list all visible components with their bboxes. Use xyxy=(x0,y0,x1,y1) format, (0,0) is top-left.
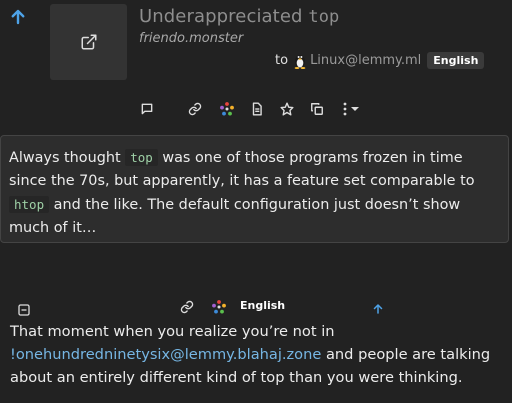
tux-icon xyxy=(294,54,306,69)
post-domain[interactable]: friendo.monster xyxy=(139,31,243,46)
view-source-button[interactable] xyxy=(248,100,266,118)
crosspost-button[interactable] xyxy=(308,100,326,118)
post-title[interactable]: Underappreciated top xyxy=(139,6,339,27)
comment-body: That moment when you realize you’re not … xyxy=(10,320,505,389)
external-link-icon xyxy=(81,34,96,50)
caret-down-icon xyxy=(351,107,359,111)
comments-button[interactable] xyxy=(138,100,156,118)
comment-header: English xyxy=(18,298,512,316)
comment-link-button[interactable] xyxy=(180,299,194,318)
post-thumbnail[interactable] xyxy=(50,4,127,80)
collapse-icon xyxy=(18,304,30,316)
star-icon xyxy=(280,102,294,116)
comment-text: That moment when you realize you’re not … xyxy=(10,323,335,340)
post-body-text: Always thought xyxy=(9,150,126,166)
post-title-code[interactable]: top xyxy=(308,7,339,27)
comment-fediverse-button[interactable] xyxy=(212,299,226,318)
community-mention-link[interactable]: !onehundredninetysix@lemmy.blahaj.zone xyxy=(10,346,321,363)
collapse-button[interactable] xyxy=(18,301,30,316)
comment-language: English xyxy=(240,299,286,312)
fediverse-icon xyxy=(220,102,234,116)
copy-link-button[interactable] xyxy=(186,100,204,118)
post-body-text: and the like. The default configuration … xyxy=(9,197,461,236)
inline-code: htop xyxy=(9,196,50,213)
copy-icon xyxy=(311,103,323,115)
post-title-text[interactable]: Underappreciated xyxy=(139,6,308,27)
post-body: Always thought top was one of those prog… xyxy=(0,135,509,243)
document-icon xyxy=(252,102,262,116)
link-icon xyxy=(188,102,202,116)
fediverse-link-button[interactable] xyxy=(218,100,236,118)
comment-icon xyxy=(141,103,153,115)
inline-code: top xyxy=(125,149,158,166)
more-icon xyxy=(343,102,347,116)
link-icon xyxy=(180,300,194,314)
community-link[interactable]: Linux@lemmy.ml xyxy=(310,53,421,68)
save-button[interactable] xyxy=(278,100,296,118)
arrow-up-icon xyxy=(373,304,383,314)
language-badge: English xyxy=(427,51,485,69)
post-actions xyxy=(138,100,364,118)
to-label: to xyxy=(275,52,289,68)
more-button[interactable] xyxy=(338,100,364,118)
post-meta: to Linux@lemmy.ml English xyxy=(275,49,485,71)
fediverse-icon xyxy=(212,300,226,314)
upvote-button[interactable] xyxy=(7,6,29,28)
arrow-up-icon xyxy=(11,9,25,25)
comment-upvote-button[interactable] xyxy=(372,300,384,319)
